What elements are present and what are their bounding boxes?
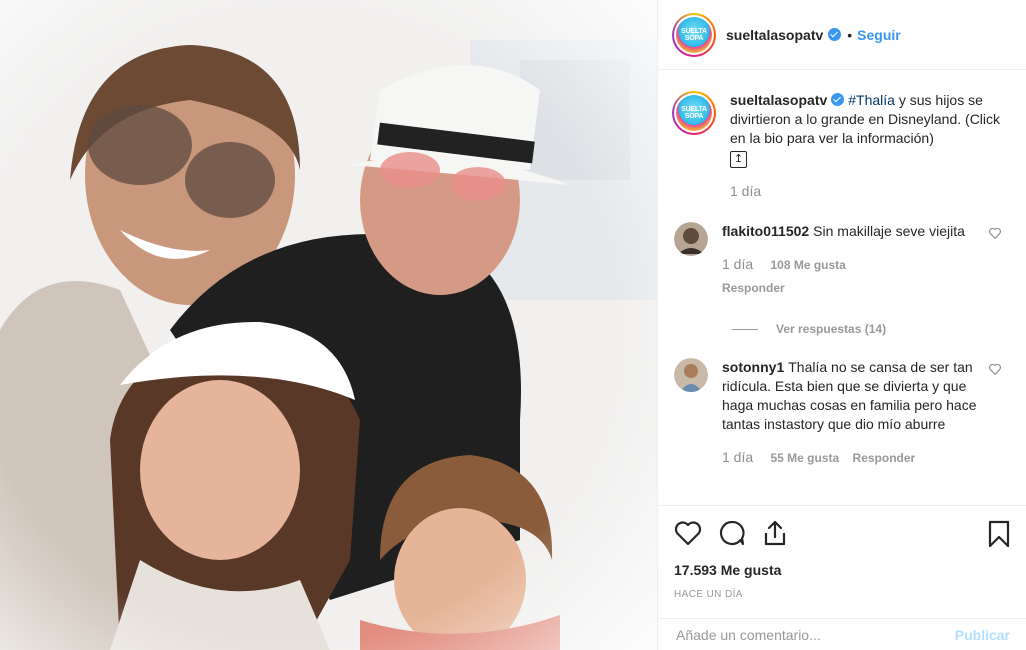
header-username[interactable]: sueltalasopatv — [726, 27, 823, 43]
caption: SUELTA SOPA sueltalasopatv #Thalía y sus … — [672, 91, 1010, 202]
comment-bubble-icon[interactable] — [718, 519, 746, 547]
hashtag-link[interactable]: #Thalía — [848, 92, 895, 108]
verified-badge-icon — [828, 28, 842, 41]
comment-item: sotonny1 Thalía no se cansa de ser tan ri… — [672, 358, 1010, 468]
commenter-avatar[interactable] — [674, 222, 708, 256]
share-upload-icon[interactable] — [762, 519, 788, 547]
post-header: SUELTA SOPA sueltalasopatv • Seguir — [658, 0, 1026, 70]
post-actions: 17.593 Me gusta HACE UN DÍA — [658, 505, 1026, 600]
comment-age[interactable]: 1 día — [722, 449, 753, 465]
comment-age[interactable]: 1 día — [722, 256, 753, 272]
comment-likes[interactable]: 108 Me gusta — [770, 258, 845, 272]
family-selfie-photo — [0, 0, 657, 650]
comment-item: flakito011502 Sin makillaje seve viejita … — [672, 222, 1010, 298]
verified-badge-icon — [831, 93, 845, 106]
publish-button[interactable]: Publicar — [955, 627, 1010, 643]
comment-likes[interactable]: 55 Me gusta — [770, 451, 839, 465]
account-logo: SUELTA SOPA — [676, 16, 712, 53]
caption-username[interactable]: sueltalasopatv — [730, 92, 827, 108]
comments-list[interactable]: SUELTA SOPA sueltalasopatv #Thalía y sus … — [658, 71, 1026, 505]
view-replies-button[interactable]: Ver respuestas (14) — [732, 322, 1010, 336]
comment-input[interactable] — [676, 626, 955, 643]
like-comment-heart-icon[interactable] — [988, 362, 1002, 376]
separator-dot: • — [847, 26, 853, 43]
upload-emoji-icon: ↥ — [730, 151, 747, 168]
comment-username[interactable]: sotonny1 — [722, 359, 784, 375]
caption-account-logo: SUELTA SOPA — [676, 95, 712, 131]
save-bookmark-icon[interactable] — [988, 520, 1010, 548]
likes-count[interactable]: 17.593 Me gusta — [674, 562, 1010, 578]
account-avatar[interactable]: SUELTA SOPA — [672, 12, 716, 57]
post-timestamp[interactable]: HACE UN DÍA — [674, 589, 1010, 600]
post-side-panel: SUELTA SOPA sueltalasopatv • Seguir SUEL… — [657, 0, 1026, 650]
follow-button[interactable]: Seguir — [857, 27, 901, 43]
comment-username[interactable]: flakito011502 — [722, 223, 809, 239]
reply-button[interactable]: Responder — [853, 451, 916, 465]
caption-age[interactable]: 1 día — [730, 183, 761, 199]
like-heart-icon[interactable] — [674, 520, 702, 546]
commenter-avatar[interactable] — [674, 358, 708, 392]
like-comment-heart-icon[interactable] — [988, 226, 1002, 240]
comment-text: Sin makillaje seve viejita — [813, 223, 965, 239]
reply-button[interactable]: Responder — [722, 279, 987, 298]
add-comment-bar: Publicar — [658, 618, 1026, 650]
post-photo[interactable] — [0, 0, 657, 650]
caption-avatar[interactable]: SUELTA SOPA — [672, 91, 716, 135]
